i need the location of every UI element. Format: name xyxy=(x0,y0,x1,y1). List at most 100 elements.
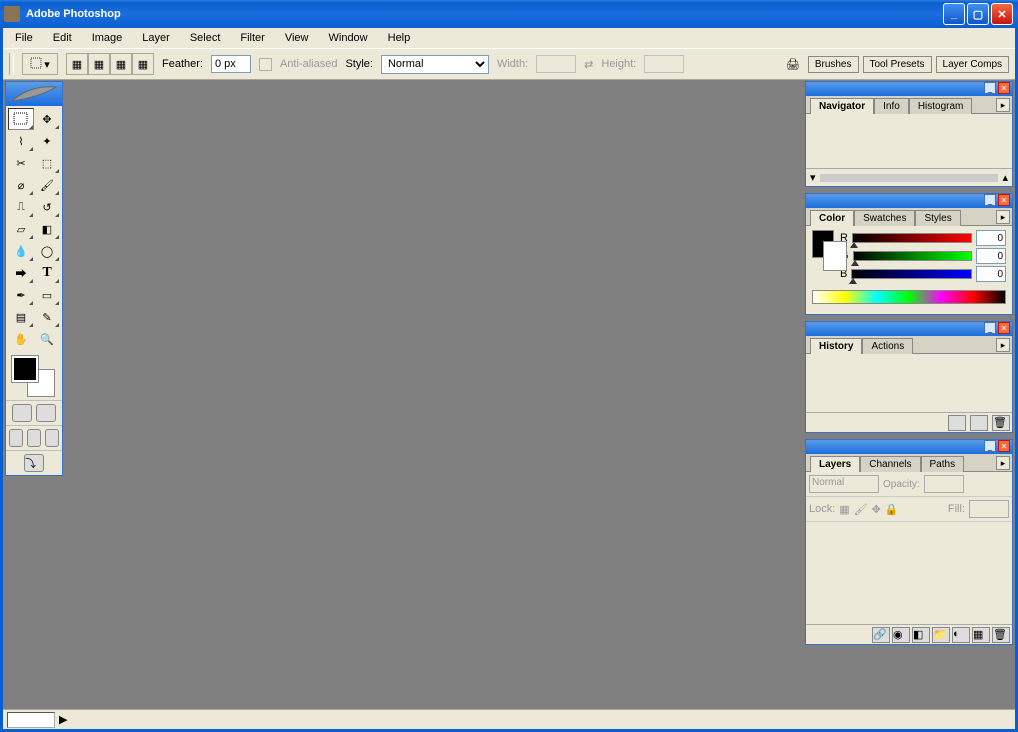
tool-pen[interactable]: ✒ xyxy=(8,284,34,306)
well-layer-comps[interactable]: Layer Comps xyxy=(936,56,1009,73)
menu-window[interactable]: Window xyxy=(321,30,376,46)
panel-minimize[interactable]: _ xyxy=(984,82,996,94)
tool-history-brush[interactable]: ↺ xyxy=(34,196,60,218)
b-value[interactable] xyxy=(976,266,1006,282)
tab-layers[interactable]: Layers xyxy=(810,456,860,472)
tool-lasso[interactable]: ⌇ xyxy=(8,130,34,152)
tool-dodge[interactable]: ◯ xyxy=(34,240,60,262)
color-fg-bg[interactable] xyxy=(812,230,834,258)
tool-wand[interactable]: ✦ xyxy=(34,130,60,152)
screen-standard[interactable] xyxy=(9,429,23,447)
tab-color[interactable]: Color xyxy=(810,210,854,226)
menu-edit[interactable]: Edit xyxy=(45,30,80,46)
menu-view[interactable]: View xyxy=(277,30,317,46)
well-brushes[interactable]: Brushes xyxy=(808,56,859,73)
menu-select[interactable]: Select xyxy=(182,30,229,46)
tool-brush[interactable]: 🖌 xyxy=(34,174,60,196)
panel-close[interactable]: ✕ xyxy=(998,194,1010,206)
tool-marquee[interactable] xyxy=(8,108,34,130)
minimize-button[interactable]: _ xyxy=(943,3,965,25)
tool-notes[interactable]: ▤ xyxy=(8,306,34,328)
maximize-button[interactable]: ▢ xyxy=(967,3,989,25)
panel-close[interactable]: ✕ xyxy=(998,82,1010,94)
intersect-selection-icon[interactable]: ▦ xyxy=(132,53,154,75)
menu-image[interactable]: Image xyxy=(84,30,131,46)
subtract-selection-icon[interactable]: ▦ xyxy=(110,53,132,75)
tool-blur[interactable]: 💧 xyxy=(8,240,34,262)
tool-path-select[interactable]: ⮕ xyxy=(8,262,34,284)
toolbox-header[interactable] xyxy=(6,82,62,106)
panel-minimize[interactable]: _ xyxy=(984,322,996,334)
g-value[interactable] xyxy=(976,248,1006,264)
style-select[interactable]: Normal xyxy=(381,55,489,74)
menu-filter[interactable]: Filter xyxy=(232,30,272,46)
menu-file[interactable]: File xyxy=(7,30,41,46)
file-browser-icon[interactable]: 🖨 xyxy=(782,53,804,75)
add-selection-icon[interactable]: ▦ xyxy=(88,53,110,75)
new-snapshot[interactable] xyxy=(970,415,988,431)
well-tool-presets[interactable]: Tool Presets xyxy=(863,56,932,73)
tool-gradient[interactable]: ◧ xyxy=(34,218,60,240)
tab-styles[interactable]: Styles xyxy=(915,210,960,226)
zoom-out-icon[interactable]: ▾ xyxy=(810,171,816,184)
link-layers[interactable]: 🔗 xyxy=(872,627,890,643)
tab-channels[interactable]: Channels xyxy=(860,456,920,472)
feather-input[interactable] xyxy=(211,55,251,73)
tab-info[interactable]: Info xyxy=(874,98,909,114)
layer-mask[interactable]: ◧ xyxy=(912,627,930,643)
tool-preset-picker[interactable]: ▾ xyxy=(22,53,58,75)
jump-to-imageready[interactable]: ⤵ xyxy=(24,454,44,472)
tool-slice[interactable]: ⬚ xyxy=(34,152,60,174)
tab-swatches[interactable]: Swatches xyxy=(854,210,915,226)
tool-hand[interactable]: ✋ xyxy=(8,328,34,350)
status-menu-icon[interactable]: ▶ xyxy=(59,713,67,726)
adjustment-layer[interactable]: ◐ xyxy=(952,627,970,643)
quickmask-mode[interactable] xyxy=(36,404,56,422)
delete-state[interactable]: 🗑 xyxy=(992,415,1010,431)
panel-menu[interactable]: ▸ xyxy=(996,98,1010,112)
new-set[interactable]: 📁 xyxy=(932,627,950,643)
screen-full[interactable] xyxy=(45,429,59,447)
tab-histogram[interactable]: Histogram xyxy=(909,98,973,114)
tool-type[interactable]: T xyxy=(34,262,60,284)
delete-layer[interactable]: 🗑 xyxy=(992,627,1010,643)
zoom-field[interactable] xyxy=(7,712,55,728)
tool-shape[interactable]: ▭ xyxy=(34,284,60,306)
tool-crop[interactable]: ✂ xyxy=(8,152,34,174)
panel-menu[interactable]: ▸ xyxy=(996,210,1010,224)
tool-zoom[interactable]: 🔍 xyxy=(34,328,60,350)
r-slider[interactable] xyxy=(852,233,972,243)
tab-history[interactable]: History xyxy=(810,338,862,354)
options-grip[interactable] xyxy=(9,53,14,75)
standard-mode[interactable] xyxy=(12,404,32,422)
b-slider[interactable] xyxy=(851,269,972,279)
panel-minimize[interactable]: _ xyxy=(984,440,996,452)
zoom-in-icon[interactable]: ▴ xyxy=(1002,171,1008,184)
new-selection-icon[interactable]: ▦ xyxy=(66,53,88,75)
tab-paths[interactable]: Paths xyxy=(921,456,965,472)
tool-heal[interactable]: ⌀ xyxy=(8,174,34,196)
panel-close[interactable]: ✕ xyxy=(998,322,1010,334)
tool-eraser[interactable]: ▱ xyxy=(8,218,34,240)
tab-navigator[interactable]: Navigator xyxy=(810,98,874,114)
panel-close[interactable]: ✕ xyxy=(998,440,1010,452)
r-value[interactable] xyxy=(976,230,1006,246)
tab-actions[interactable]: Actions xyxy=(862,338,913,354)
close-button[interactable]: ✕ xyxy=(991,3,1013,25)
tool-stamp[interactable]: ⎍ xyxy=(8,196,34,218)
color-ramp[interactable] xyxy=(812,290,1006,304)
panel-menu[interactable]: ▸ xyxy=(996,338,1010,352)
tool-move[interactable]: ✥ xyxy=(34,108,60,130)
new-layer[interactable]: ▦ xyxy=(972,627,990,643)
foreground-color[interactable] xyxy=(12,356,38,382)
zoom-slider[interactable] xyxy=(820,174,999,182)
g-slider[interactable] xyxy=(853,251,972,261)
menu-layer[interactable]: Layer xyxy=(134,30,178,46)
screen-full-menu[interactable] xyxy=(27,429,41,447)
tool-eyedropper[interactable]: ✎ xyxy=(34,306,60,328)
new-doc-from-state[interactable] xyxy=(948,415,966,431)
menu-help[interactable]: Help xyxy=(380,30,419,46)
layer-style[interactable]: ◉ xyxy=(892,627,910,643)
panel-menu[interactable]: ▸ xyxy=(996,456,1010,470)
panel-minimize[interactable]: _ xyxy=(984,194,996,206)
